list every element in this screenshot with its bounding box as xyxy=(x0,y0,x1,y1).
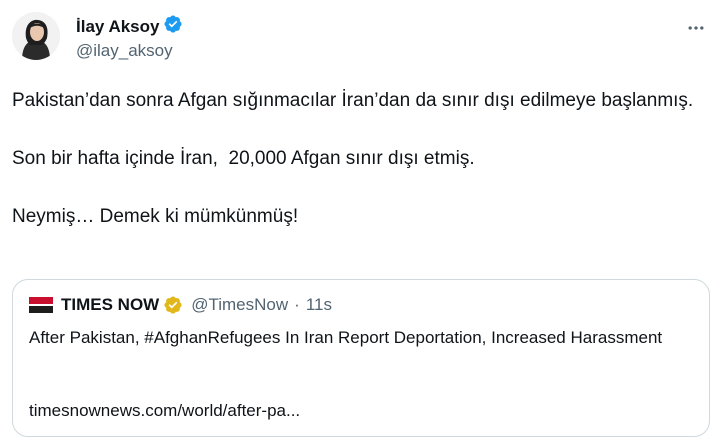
author-name-row: İlay Aksoy xyxy=(76,14,183,39)
author-handle[interactable]: @ilay_aksoy xyxy=(76,41,173,61)
more-options-button[interactable] xyxy=(680,12,712,44)
more-icon xyxy=(688,26,704,30)
tweet-text: Pakistan’dan sonra Afgan sığınmacılar İr… xyxy=(12,90,694,227)
quoted-tweet-link[interactable]: timesnownews.com/world/after-pa... xyxy=(29,401,300,421)
verified-badge-icon xyxy=(163,14,183,39)
meta-separator: · xyxy=(294,295,300,314)
author-avatar[interactable] xyxy=(12,12,60,60)
quoted-author-handle[interactable]: @TimesNow xyxy=(191,295,288,315)
quoted-timestamp[interactable]: 11s xyxy=(306,295,332,315)
avatar-image xyxy=(12,12,60,60)
quoted-tweet-header: TIMES NOW @TimesNow · 11s xyxy=(29,295,332,315)
quoted-tweet-card[interactable]: TIMES NOW @TimesNow · 11s After Pakistan… xyxy=(12,279,710,437)
quoted-tweet-text: After Pakistan, #AfghanRefugees In Iran … xyxy=(29,328,663,347)
quoted-author-name[interactable]: TIMES NOW xyxy=(61,295,159,315)
verified-org-badge-icon xyxy=(163,295,183,315)
times-now-logo-icon xyxy=(29,295,53,315)
author-display-name[interactable]: İlay Aksoy xyxy=(76,17,159,37)
